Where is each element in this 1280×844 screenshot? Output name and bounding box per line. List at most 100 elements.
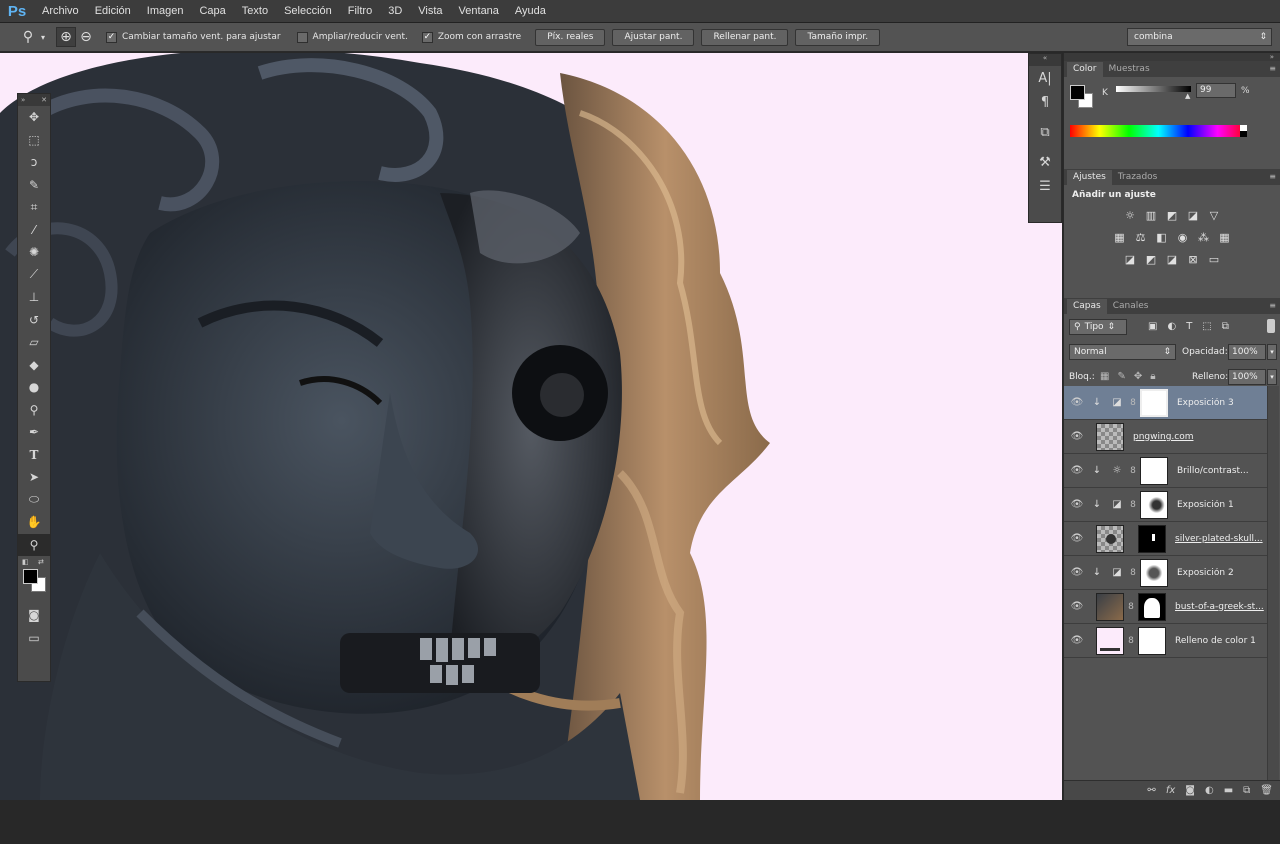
- layer-row[interactable]: 👁︎ ↓ ◪ 8 Exposición 1: [1064, 488, 1267, 522]
- layer-row[interactable]: 👁︎ ↓ ☼ 8 Brillo/contrast...: [1064, 454, 1267, 488]
- layer-row[interactable]: 👁︎ 8 Relleno de color 1: [1064, 624, 1267, 658]
- filter-shape-icon[interactable]: ⬚: [1202, 321, 1211, 332]
- gradient-map-icon[interactable]: ▭: [1206, 251, 1222, 267]
- brush-tool-icon[interactable]: ⟋: [18, 264, 50, 287]
- fill-input[interactable]: 100%: [1228, 369, 1266, 385]
- eye-icon[interactable]: 👁︎: [1064, 499, 1090, 510]
- layer-thumbnail[interactable]: [1096, 524, 1124, 553]
- layer-mask-thumbnail[interactable]: [1140, 490, 1168, 519]
- link-icon[interactable]: 8: [1128, 500, 1138, 510]
- eye-icon[interactable]: 👁︎: [1064, 567, 1090, 578]
- tab-layers[interactable]: Capas: [1067, 299, 1107, 314]
- menu-capa[interactable]: Capa: [191, 5, 233, 17]
- menu-3d[interactable]: 3D: [380, 5, 410, 17]
- new-layer-icon[interactable]: ⧉: [1243, 785, 1250, 796]
- lock-all-icon[interactable]: 🔒︎: [1150, 371, 1155, 382]
- zoom-in-icon[interactable]: ⊕: [56, 27, 76, 47]
- filter-type-icon[interactable]: T: [1186, 321, 1192, 332]
- invert-icon[interactable]: ◪: [1122, 251, 1138, 267]
- black-white-icon[interactable]: ◧: [1154, 229, 1170, 245]
- foreground-color-swatch[interactable]: [1070, 85, 1085, 100]
- zoom-tool-preset-icon[interactable]: ⚲: [18, 27, 38, 47]
- path-selection-tool-icon[interactable]: ➤: [18, 466, 50, 489]
- layer-mask-thumbnail[interactable]: [1140, 558, 1168, 587]
- menu-filtro[interactable]: Filtro: [340, 5, 380, 17]
- opacity-input[interactable]: 100%: [1228, 344, 1266, 360]
- screen-mode-icon[interactable]: ▭: [18, 627, 50, 650]
- dock-collapse-icon[interactable]: »: [1064, 53, 1280, 61]
- layer-row[interactable]: 👁︎ 8 bust-of-a-greek-st...: [1064, 590, 1267, 624]
- filter-toggle-switch[interactable]: [1267, 319, 1275, 333]
- layer-mask-thumbnail[interactable]: [1138, 524, 1166, 553]
- document-canvas[interactable]: [0, 53, 1062, 800]
- threshold-icon[interactable]: ◪: [1164, 251, 1180, 267]
- chevron-down-icon[interactable]: ▾: [38, 27, 48, 47]
- ellipse-tool-icon[interactable]: ⬭: [18, 489, 50, 512]
- levels-icon[interactable]: ▥: [1143, 207, 1159, 223]
- stamp-tool-icon[interactable]: ⊥: [18, 286, 50, 309]
- spectrum-black-chip[interactable]: [1240, 131, 1247, 137]
- actual-pixels-button[interactable]: Píx. reales: [535, 28, 606, 46]
- link-icon[interactable]: 8: [1128, 398, 1138, 408]
- new-group-icon[interactable]: ▬: [1224, 785, 1233, 796]
- curves-icon[interactable]: ◩: [1164, 207, 1180, 223]
- close-icon[interactable]: ✕: [41, 96, 47, 104]
- tab-channels[interactable]: Canales: [1107, 299, 1155, 314]
- checkbox-checked-icon[interactable]: ✓: [421, 31, 433, 43]
- menu-seleccion[interactable]: Selección: [276, 5, 340, 17]
- layer-row[interactable]: 👁︎ ↓ ◪ 8 Exposición 3: [1064, 386, 1267, 420]
- history-brush-tool-icon[interactable]: ↺: [18, 309, 50, 332]
- tab-swatches[interactable]: Muestras: [1103, 62, 1156, 77]
- move-tool-icon[interactable]: ✥: [18, 106, 50, 129]
- chevron-down-icon[interactable]: ▾: [1267, 344, 1277, 360]
- panel-menu-icon[interactable]: ≡: [1269, 172, 1276, 181]
- layer-mask-thumbnail[interactable]: [1138, 592, 1166, 621]
- expand-panels-icon[interactable]: «: [1029, 54, 1061, 66]
- menu-archivo[interactable]: Archivo: [34, 5, 87, 17]
- healing-brush-tool-icon[interactable]: ✺: [18, 241, 50, 264]
- collapse-icon[interactable]: »: [21, 96, 25, 104]
- color-balance-icon[interactable]: ⚖: [1133, 229, 1149, 245]
- eye-icon[interactable]: 👁︎: [1064, 635, 1090, 646]
- link-icon[interactable]: 8: [1128, 568, 1138, 578]
- tab-adjustments[interactable]: Ajustes: [1067, 170, 1112, 185]
- print-size-button[interactable]: Tamaño impr.: [795, 28, 881, 46]
- exposure-icon[interactable]: ◪: [1185, 207, 1201, 223]
- tab-color[interactable]: Color: [1067, 62, 1103, 77]
- eraser-tool-icon[interactable]: ▱: [18, 331, 50, 354]
- checkbox-unchecked-icon[interactable]: [296, 31, 308, 43]
- filter-smart-object-icon[interactable]: ⧉: [1222, 321, 1229, 332]
- fit-screen-button[interactable]: Ajustar pant.: [612, 28, 695, 46]
- filter-adjustment-icon[interactable]: ◐: [1167, 321, 1176, 332]
- paint-bucket-tool-icon[interactable]: ◆: [18, 354, 50, 377]
- posterize-icon[interactable]: ◩: [1143, 251, 1159, 267]
- dodge-tool-icon[interactable]: ⚲: [18, 399, 50, 422]
- color-lookup-icon[interactable]: ▦: [1217, 229, 1233, 245]
- panel-menu-icon[interactable]: ≡: [1269, 64, 1276, 73]
- tab-paths[interactable]: Trazados: [1112, 170, 1164, 185]
- zoom-out-icon[interactable]: ⊖: [76, 27, 96, 47]
- hue-saturation-icon[interactable]: ▦: [1112, 229, 1128, 245]
- layer-thumbnail[interactable]: [1096, 422, 1124, 451]
- quick-selection-tool-icon[interactable]: ✎: [18, 174, 50, 197]
- layer-comps-icon[interactable]: ⧉: [1029, 120, 1061, 144]
- layer-mask-thumbnail[interactable]: [1140, 388, 1168, 417]
- link-layers-icon[interactable]: ⚯: [1147, 785, 1155, 796]
- layer-filter-select[interactable]: ⚲ Tipo ⇕: [1069, 319, 1127, 335]
- scrubby-zoom-checkbox[interactable]: ✓ Zoom con arrastre: [421, 31, 521, 43]
- eye-icon[interactable]: 👁︎: [1064, 601, 1090, 612]
- trash-icon[interactable]: 🗑︎: [1260, 785, 1273, 796]
- color-spectrum-bar[interactable]: [1070, 125, 1247, 137]
- menu-ayuda[interactable]: Ayuda: [507, 5, 554, 17]
- lock-transparency-icon[interactable]: ▦: [1100, 371, 1109, 382]
- menu-vista[interactable]: Vista: [410, 5, 450, 17]
- chevron-down-icon[interactable]: ▾: [1267, 369, 1277, 385]
- menu-texto[interactable]: Texto: [234, 5, 276, 17]
- resize-windows-checkbox[interactable]: ✓ Cambiar tamaño vent. para ajustar: [106, 31, 281, 43]
- eye-icon[interactable]: 👁︎: [1064, 533, 1090, 544]
- layer-row[interactable]: 👁︎ silver-plated-skull...: [1064, 522, 1267, 556]
- lasso-tool-icon[interactable]: ↄ: [18, 151, 50, 174]
- k-slider[interactable]: [1116, 86, 1191, 92]
- layer-thumbnail[interactable]: [1096, 626, 1124, 655]
- layers-scrollbar[interactable]: [1267, 386, 1279, 796]
